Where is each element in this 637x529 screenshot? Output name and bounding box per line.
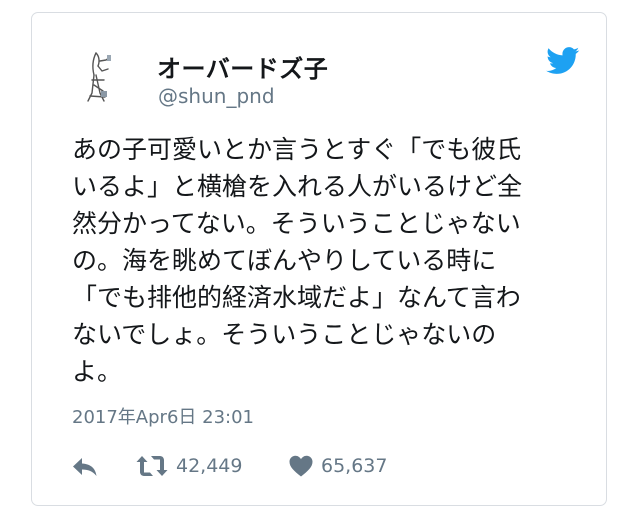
tweet-line: 「でも排他的経済水域だよ」なんて言わ [72,283,521,312]
tweet-card: オーバードズ子 @shun_pnd あの子可愛いとか言うとすぐ「でも彼氏 いるよ… [31,12,607,506]
like-count: 65,637 [321,455,388,477]
tweet-text: あの子可愛いとか言うとすぐ「でも彼氏 いるよ」と横槍を入れる人がいるけど全 然分… [72,131,592,390]
reply-button[interactable] [72,457,98,477]
tweet-line: の。海を眺めてぼんやりしている時に [72,246,497,275]
tweet-actions: 42,449 65,637 [32,453,606,483]
like-button[interactable]: 65,637 [289,455,387,477]
avatar-illustration [87,52,111,102]
heart-icon [289,455,313,477]
tweet-line: いるよ」と横槍を入れる人がいるけど全 [72,172,523,201]
retweet-count: 42,449 [176,455,243,477]
retweet-button[interactable]: 42,449 [136,455,242,477]
avatar[interactable] [76,47,132,103]
tweet-line: 然分かってない。そういうことじゃない [72,209,521,238]
retweet-icon [136,456,168,476]
twitter-bird-icon[interactable] [546,47,580,75]
tweet-timestamp[interactable]: 2017年Apr6日 23:01 [72,403,254,429]
reply-icon [73,458,97,476]
user-handle[interactable]: @shun_pnd [158,84,275,108]
tweet-line: あの子可愛いとか言うとすぐ「でも彼氏 [72,135,522,164]
display-name[interactable]: オーバードズ子 [157,49,328,84]
tweet-line: よ。 [72,357,123,386]
tweet-line: ないでしょ。そういうことじゃないの [72,320,497,349]
